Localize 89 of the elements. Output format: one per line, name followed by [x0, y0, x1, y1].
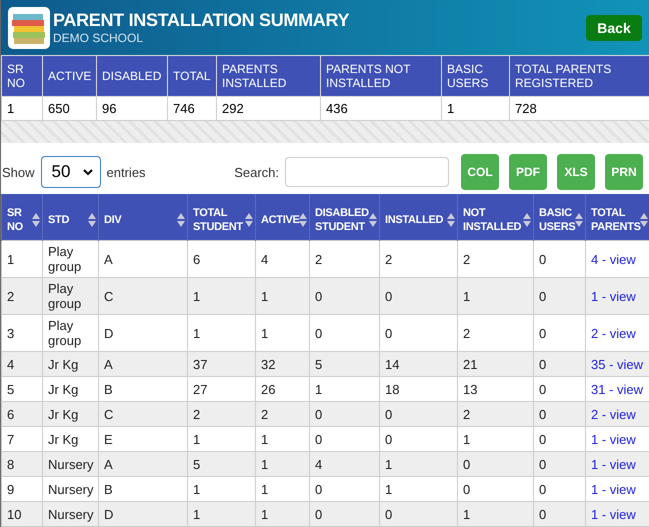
- table-cell: 2: [188, 402, 256, 426]
- view-link[interactable]: 35 - view: [586, 352, 649, 376]
- table-cell: 0: [310, 278, 380, 314]
- table-cell: 0: [380, 278, 458, 314]
- table-cell: 1: [2, 240, 42, 278]
- table-cell: 2: [256, 402, 310, 426]
- page-title: PARENT INSTALLATION SUMMARY: [53, 10, 350, 31]
- table-cell: 2: [2, 278, 42, 314]
- back-button[interactable]: Back: [586, 14, 642, 40]
- column-header: PARENTS INSTALLED: [216, 56, 320, 96]
- sortable-column-header[interactable]: SR NO: [2, 194, 42, 240]
- table-cell: 0: [534, 402, 586, 426]
- sortable-column-header[interactable]: INSTALLED: [380, 194, 458, 240]
- table-cell: 1: [188, 502, 256, 526]
- sortable-column-header[interactable]: TOTAL STUDENT: [188, 194, 256, 240]
- column-header: TOTAL PARENTS REGISTERED: [510, 56, 649, 96]
- sortable-column-header[interactable]: STD: [42, 194, 98, 240]
- view-link[interactable]: 2 - view: [586, 402, 649, 426]
- table-cell: Nursery: [42, 452, 98, 476]
- column-header: ACTIVE: [42, 56, 96, 96]
- sort-icon: [299, 212, 307, 228]
- sortable-column-header[interactable]: BASIC USERS: [534, 194, 586, 240]
- view-link[interactable]: 1 - view: [586, 452, 649, 476]
- table-cell: 0: [534, 278, 586, 314]
- show-label: Show: [2, 164, 35, 180]
- table-cell: 0: [534, 502, 586, 526]
- table-cell: 2: [458, 402, 534, 426]
- table-cell: 5: [310, 352, 380, 376]
- sortable-column-header[interactable]: ACTIVE: [256, 194, 310, 240]
- table-cell: 37: [188, 352, 256, 376]
- sort-icon: [523, 212, 531, 228]
- sort-icon: [369, 212, 377, 228]
- school-name: DEMO SCHOOL: [53, 31, 144, 45]
- table-cell: 8: [2, 452, 42, 476]
- table-cell: 0: [534, 352, 586, 376]
- sortable-column-header[interactable]: NOT INSTALLED: [458, 194, 534, 240]
- table-cell: Play group: [42, 278, 98, 314]
- page-size-select[interactable]: 50: [40, 156, 101, 188]
- table-cell: Jr Kg: [42, 352, 98, 376]
- table-cell: C: [98, 402, 188, 426]
- table-cell: 21: [458, 352, 534, 376]
- sort-icon: [32, 212, 40, 228]
- sortable-column-header[interactable]: TOTAL PARENTS: [586, 194, 649, 240]
- table-cell: C: [98, 278, 188, 314]
- table-cell: 1: [256, 278, 310, 314]
- table-cell: 0: [458, 452, 534, 476]
- table-cell: 0: [534, 452, 586, 476]
- table-cell: A: [98, 452, 188, 476]
- column-header: DISABLED: [96, 56, 168, 96]
- table-cell: 4: [310, 452, 380, 476]
- table-cell: Nursery: [42, 502, 98, 526]
- books-logo-icon: [8, 6, 50, 48]
- search-field[interactable]: [285, 157, 449, 187]
- sortable-column-header[interactable]: DISABLED STUDENT: [310, 194, 380, 240]
- table-cell: D: [98, 502, 188, 526]
- table-cell: 0: [310, 502, 380, 526]
- table-cell: 5: [188, 452, 256, 476]
- table-cell: 1: [188, 278, 256, 314]
- sort-icon: [88, 212, 96, 228]
- sort-icon: [640, 212, 648, 228]
- table-cell: 4: [2, 352, 42, 376]
- sort-icon: [177, 212, 185, 228]
- table-cell: 0: [380, 502, 458, 526]
- table-cell: 1: [380, 452, 458, 476]
- table-cell: 1: [458, 502, 534, 526]
- table-cell: 0: [380, 402, 458, 426]
- table-cell: A: [98, 352, 188, 376]
- table-cell: 1: [458, 278, 534, 314]
- entries-label: entries: [106, 164, 146, 180]
- table-cell: 10: [2, 502, 42, 526]
- view-link[interactable]: 1 - view: [586, 502, 649, 526]
- column-header: BASIC USERS: [442, 56, 510, 96]
- table-cell: 6: [2, 402, 42, 426]
- view-link[interactable]: 1 - view: [586, 278, 649, 314]
- table-cell: 1: [256, 452, 310, 476]
- table-cell: Jr Kg: [42, 402, 98, 426]
- table-cell: 14: [380, 352, 458, 376]
- sort-icon: [447, 212, 455, 228]
- table-cell: 32: [256, 352, 310, 376]
- chevron-down-icon: [82, 168, 93, 176]
- sort-icon: [575, 212, 583, 228]
- column-header: TOTAL: [168, 56, 216, 96]
- table-cell: 1: [256, 502, 310, 526]
- sort-icon: [245, 212, 253, 228]
- column-header: PARENTS NOT INSTALLED: [320, 56, 442, 96]
- table-cell: 0: [310, 402, 380, 426]
- column-header: SR NO: [2, 56, 42, 96]
- search-label: Search:: [234, 164, 279, 180]
- sortable-column-header[interactable]: DIV: [98, 194, 188, 240]
